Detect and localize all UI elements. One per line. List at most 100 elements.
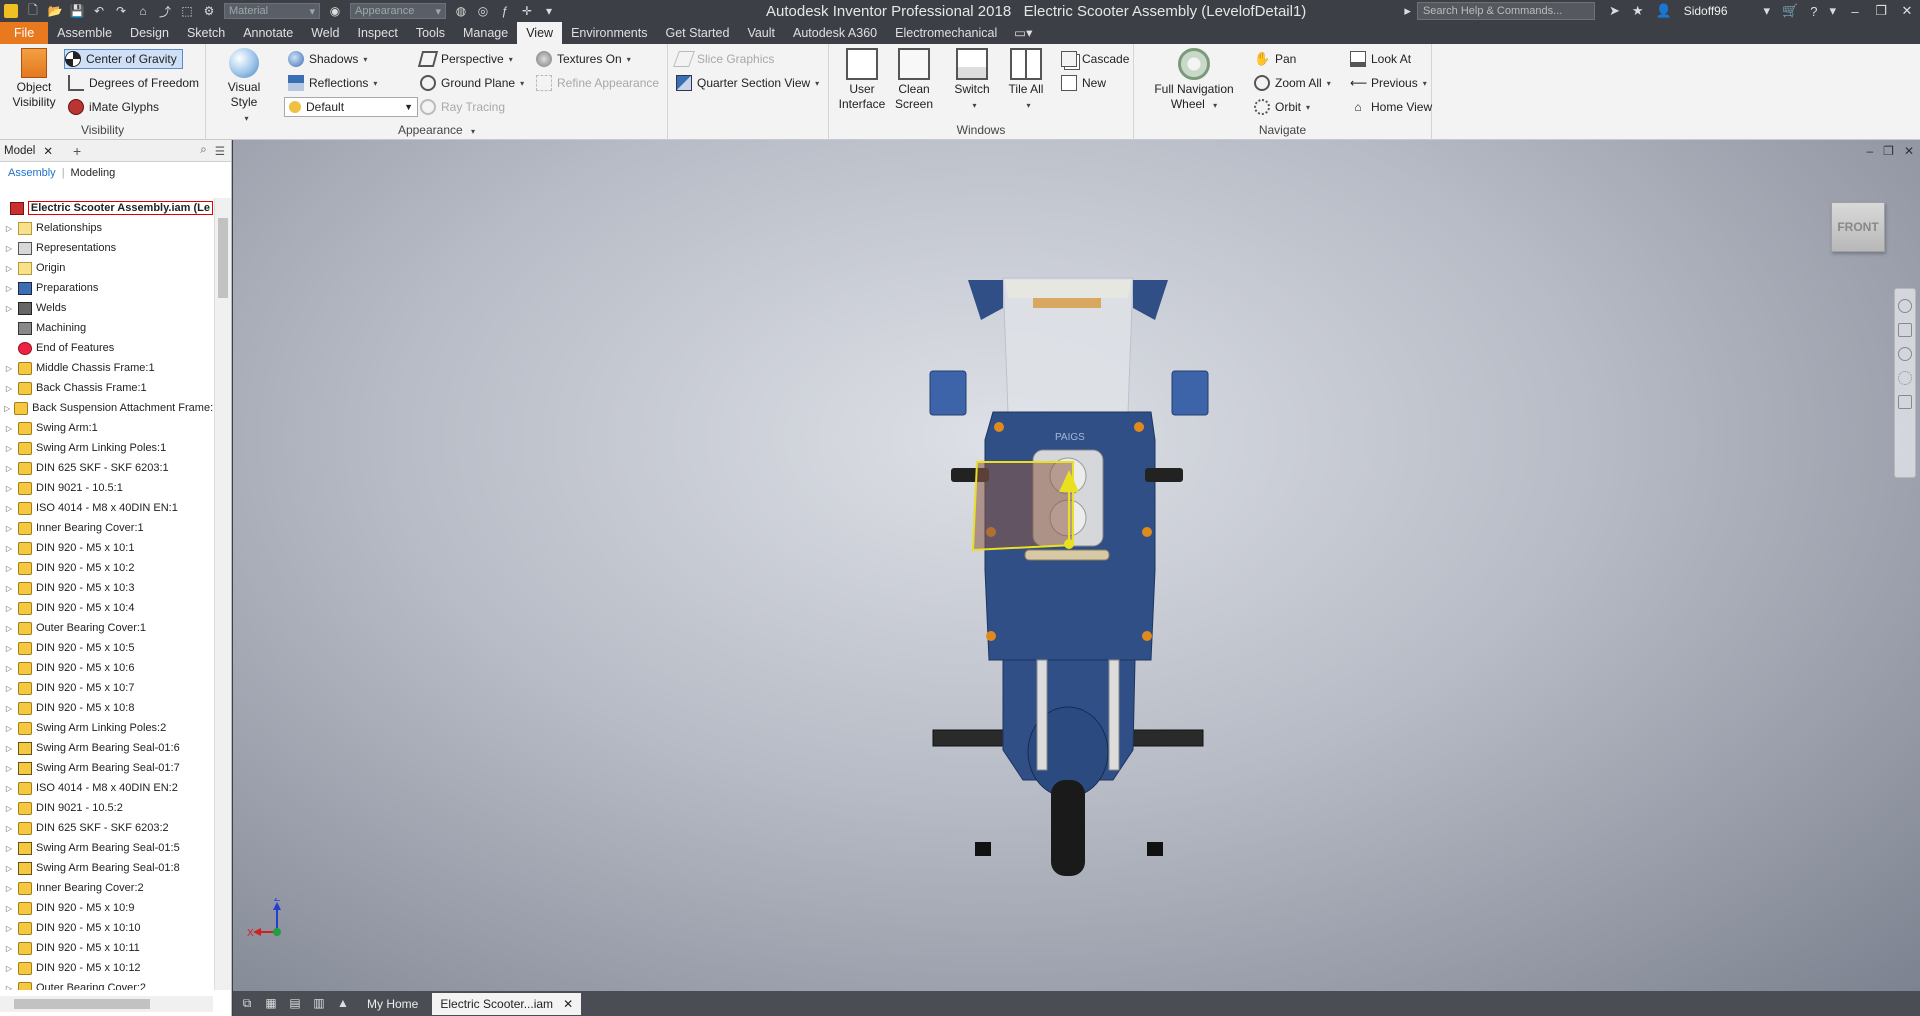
- user-interface-button[interactable]: User Interface: [835, 48, 889, 112]
- expand-icon[interactable]: ▷: [4, 944, 14, 953]
- close-icon[interactable]: ✕: [1894, 3, 1920, 19]
- tree-node[interactable]: ▷ Swing Arm Linking Poles:2: [0, 718, 213, 738]
- expand-icon[interactable]: ▷: [4, 264, 14, 273]
- look-at-button[interactable]: Look At: [1350, 49, 1411, 69]
- tree-node[interactable]: ▷ DIN 920 - M5 x 10:5: [0, 638, 213, 658]
- slice-graphics-button[interactable]: Slice Graphics: [673, 49, 774, 69]
- window-list-icon[interactable]: ⧉: [237, 996, 257, 1012]
- tab-electromechanical[interactable]: Electromechanical: [886, 22, 1006, 44]
- assembly-view-tab[interactable]: Assembly: [8, 167, 56, 179]
- zoom-all-button[interactable]: Zoom All ▾: [1254, 73, 1331, 93]
- help-dropdown-icon[interactable]: ▾: [1829, 3, 1836, 19]
- app-menu-button[interactable]: [0, 0, 22, 22]
- tree-node[interactable]: ▷ DIN 920 - M5 x 10:4: [0, 598, 213, 618]
- graphics-viewport[interactable]: – ❐ ✕ PAIGS FRONT X Z: [233, 140, 1920, 991]
- tab-sketch[interactable]: Sketch: [178, 22, 234, 44]
- scrollbar-thumb[interactable]: [218, 218, 228, 298]
- tab-vault[interactable]: Vault: [738, 22, 784, 44]
- orbit-button[interactable]: Orbit ▾: [1254, 97, 1310, 117]
- expand-icon[interactable]: ▷: [4, 224, 14, 233]
- tree-node[interactable]: ▷ DIN 625 SKF - SKF 6203:2: [0, 818, 213, 838]
- tree-node[interactable]: End of Features: [0, 338, 213, 358]
- return-icon[interactable]: ⤴: [156, 2, 174, 20]
- expand-icon[interactable]: ▷: [4, 864, 14, 873]
- my-home-tab[interactable]: My Home: [359, 993, 426, 1015]
- pan-button[interactable]: ✋ Pan: [1254, 49, 1296, 69]
- measure-icon[interactable]: ✛: [518, 2, 536, 20]
- tree-node[interactable]: ▷ Preparations: [0, 278, 213, 298]
- expand-icon[interactable]: ▷: [4, 424, 14, 433]
- tree-node[interactable]: ▷ Swing Arm Linking Poles:1: [0, 438, 213, 458]
- expand-icon[interactable]: ▷: [4, 444, 14, 453]
- expand-icon[interactable]: ▷: [4, 284, 14, 293]
- tab-annotate[interactable]: Annotate: [234, 22, 302, 44]
- tree-node[interactable]: ▷ DIN 920 - M5 x 10:2: [0, 558, 213, 578]
- open-file-icon[interactable]: 📂: [46, 2, 64, 20]
- ribbon-display-options-icon[interactable]: ▭▾: [1006, 22, 1040, 44]
- reflections-button[interactable]: Reflections ▾: [288, 73, 377, 93]
- expand-icon[interactable]: ▷: [4, 924, 14, 933]
- center-of-gravity-button[interactable]: Center of Gravity: [64, 49, 183, 69]
- tree-node[interactable]: ▷ Swing Arm Bearing Seal-01:7: [0, 758, 213, 778]
- expand-icon[interactable]: ▷: [4, 744, 14, 753]
- tree-node[interactable]: ▷ Swing Arm Bearing Seal-01:8: [0, 858, 213, 878]
- tree-node[interactable]: ▷ Relationships: [0, 218, 213, 238]
- expand-icon[interactable]: ▷: [4, 304, 14, 313]
- lighting-style-combo[interactable]: Default ▼: [284, 97, 418, 117]
- tree-node[interactable]: ▷ ISO 4014 - M8 x 40DIN EN:1: [0, 498, 213, 518]
- imate-glyphs-button[interactable]: iMate Glyphs: [68, 97, 159, 117]
- help-search-input[interactable]: Search Help & Commands...: [1416, 2, 1595, 20]
- tree-node[interactable]: ▷ Swing Arm:1: [0, 418, 213, 438]
- minimize-icon[interactable]: –: [1842, 4, 1868, 19]
- tree-node[interactable]: ▷ Welds: [0, 298, 213, 318]
- tab-manage[interactable]: Manage: [454, 22, 517, 44]
- tree-node[interactable]: ▷ Swing Arm Bearing Seal-01:5: [0, 838, 213, 858]
- ray-tracing-button[interactable]: Ray Tracing: [420, 97, 505, 117]
- expand-icon[interactable]: ▷: [4, 524, 14, 533]
- tile-windows-icon[interactable]: ▦: [261, 996, 281, 1012]
- expand-icon[interactable]: ▷: [4, 544, 14, 553]
- tab-autodesk-a360[interactable]: Autodesk A360: [784, 22, 886, 44]
- tree-node[interactable]: ▷ DIN 920 - M5 x 10:11: [0, 938, 213, 958]
- tab-inspect[interactable]: Inspect: [349, 22, 407, 44]
- favorites-star-icon[interactable]: ★: [1632, 3, 1644, 19]
- visual-style-button[interactable]: Visual Style ▾: [214, 48, 274, 126]
- new-window-button[interactable]: New: [1061, 73, 1106, 93]
- full-navigation-wheel-button[interactable]: Full Navigation Wheel ▾: [1144, 48, 1244, 113]
- cascade-button[interactable]: Cascade: [1061, 49, 1129, 69]
- parameters-icon[interactable]: ƒ: [496, 2, 514, 20]
- nav-orbit-icon[interactable]: [1898, 371, 1912, 385]
- appearance-panel-label[interactable]: Appearance ▾: [206, 123, 667, 137]
- expand-icon[interactable]: ▷: [4, 604, 14, 613]
- expand-icon[interactable]: ▷: [4, 804, 14, 813]
- object-visibility-button[interactable]: Object Visibility: [6, 48, 62, 110]
- redo-icon[interactable]: ↷: [112, 2, 130, 20]
- tree-node[interactable]: ▷ DIN 920 - M5 x 10:7: [0, 678, 213, 698]
- save-icon[interactable]: 💾: [68, 2, 86, 20]
- tile-horizontal-icon[interactable]: ▤: [285, 996, 305, 1012]
- home-view-button[interactable]: ⌂ Home View: [1350, 97, 1432, 117]
- tree-node[interactable]: ▷ Outer Bearing Cover:2: [0, 978, 213, 990]
- tree-node[interactable]: ▷ DIN 9021 - 10.5:2: [0, 798, 213, 818]
- browser-menu-icon[interactable]: ☰: [215, 144, 225, 158]
- tree-node[interactable]: ▷ Representations: [0, 238, 213, 258]
- tree-node[interactable]: ▷ Outer Bearing Cover:1: [0, 618, 213, 638]
- shadows-button[interactable]: Shadows ▾: [288, 49, 367, 69]
- tab-assemble[interactable]: Assemble: [48, 22, 121, 44]
- tree-node[interactable]: ▷ DIN 920 - M5 x 10:8: [0, 698, 213, 718]
- steering-wheel-icon[interactable]: [1898, 299, 1912, 313]
- tab-file[interactable]: File: [0, 22, 49, 44]
- tile-vertical-icon[interactable]: ▥: [309, 996, 329, 1012]
- degrees-of-freedom-button[interactable]: Degrees of Freedom: [68, 73, 199, 93]
- expand-icon[interactable]: ▷: [4, 684, 14, 693]
- expand-icon[interactable]: ▷: [4, 764, 14, 773]
- tab-tools[interactable]: Tools: [407, 22, 454, 44]
- browser-search-icon[interactable]: ⌕: [200, 144, 206, 157]
- expand-icon[interactable]: ▷: [4, 244, 14, 253]
- material-dropdown[interactable]: Material ▾: [224, 3, 320, 19]
- tab-view[interactable]: View: [517, 22, 563, 44]
- clean-screen-button[interactable]: Clean Screen: [889, 48, 939, 112]
- tab-environments[interactable]: Environments: [562, 22, 656, 44]
- expand-icon[interactable]: ▷: [4, 704, 14, 713]
- expand-icon[interactable]: ▷: [4, 484, 14, 493]
